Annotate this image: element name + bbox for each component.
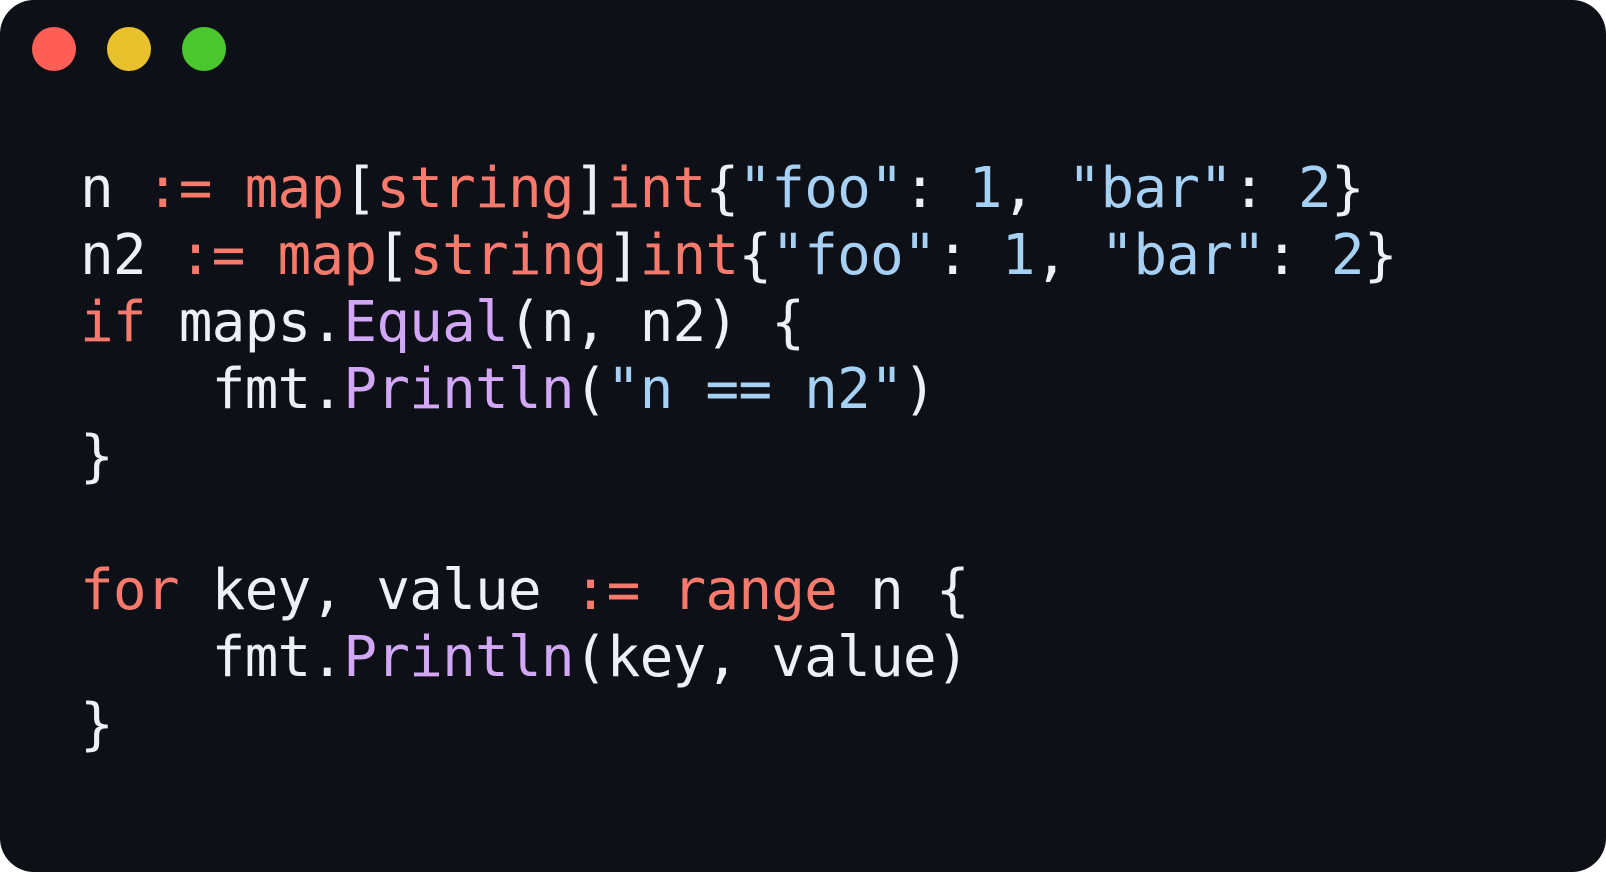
code-token-default: ] [606,223,641,288]
code-token-default [245,223,278,288]
code-token-default [640,558,673,623]
minimize-dot[interactable] [107,27,151,71]
code-token-keyword: map [244,156,345,221]
code-token-keyword: string [409,223,607,288]
code-token-default: [ [343,156,377,221]
code-token-default: , [1001,156,1068,221]
code-token-default: : [935,223,1002,288]
code-token-keyword: map [277,223,378,288]
code-token-default: (n, n2) { [507,290,805,355]
code-token-literal: 2 [1330,223,1365,288]
code-line: n2 := map[string]int{"foo": 1, "bar": 2} [80,222,1398,289]
code-token-keyword: if [80,290,147,355]
code-token-literal: "bar" [1067,156,1233,221]
code-token-default: { [738,223,772,288]
code-token-default: n2 [80,223,179,288]
code-line: fmt.Println(key, value) [80,624,1397,691]
code-token-keyword: string [376,156,574,221]
maximize-dot[interactable] [182,27,226,71]
code-token-default: : [902,156,969,221]
code-window: n := map[string]int{"foo": 1, "bar": 2} n… [0,0,1606,872]
code-token-default: ( [573,357,608,422]
code-token-default: } [1363,223,1398,288]
code-token-literal: 1 [1001,223,1036,288]
code-token-default: : [1232,156,1298,221]
code-line: fmt.Println("n == n2") [80,356,1397,423]
code-token-default [212,156,245,221]
code-token-default: ) [902,357,937,422]
code-line: } [80,691,1397,758]
code-token-default: key, value [178,558,574,623]
code-token-keyword: int [606,156,707,221]
code-token-default: ] [573,156,608,221]
code-token-default: [ [376,223,410,288]
code-token-default: : [1265,223,1331,288]
code-token-default: fmt. [80,625,344,690]
code-token-keyword: := [573,558,641,623]
code-token-keyword: range [672,558,838,623]
code-token-function: Println [343,625,574,690]
code-token-literal: 2 [1297,156,1332,221]
code-token-default: fmt. [80,357,344,422]
code-token-default: , [1034,223,1101,288]
code-token-literal: "n == n2" [606,357,904,422]
code-token-default: (key, value) [573,625,970,690]
code-token-function: Println [343,357,574,422]
code-line: if maps.Equal(n, n2) { [80,289,1397,356]
code-token-default: } [80,424,114,489]
code-token-default: } [1330,156,1365,221]
code-token-default: maps. [145,290,344,355]
code-token-literal: "bar" [1100,223,1266,288]
close-dot[interactable] [32,27,76,71]
code-token-function: Equal [343,290,508,355]
code-token-keyword: := [178,223,246,288]
code-line: } [80,423,1397,490]
code-token-keyword: int [639,223,740,288]
code-token-literal: "foo" [771,223,936,288]
code-token-literal: 1 [968,156,1003,221]
code-block: n := map[string]int{"foo": 1, "bar": 2} n… [80,155,1398,758]
window-controls [32,27,226,71]
code-line: for key, value := range n { [80,557,1397,624]
code-token-keyword: := [145,156,213,221]
code-token-default: } [80,692,114,757]
code-token-keyword: for [80,558,180,623]
code-token-default: n [80,156,146,221]
code-token-default: n { [837,558,970,623]
code-line: n := map[string]int{"foo": 1, "bar": 2} [80,155,1397,222]
code-token-literal: "foo" [738,156,903,221]
code-token-default: { [705,156,739,221]
